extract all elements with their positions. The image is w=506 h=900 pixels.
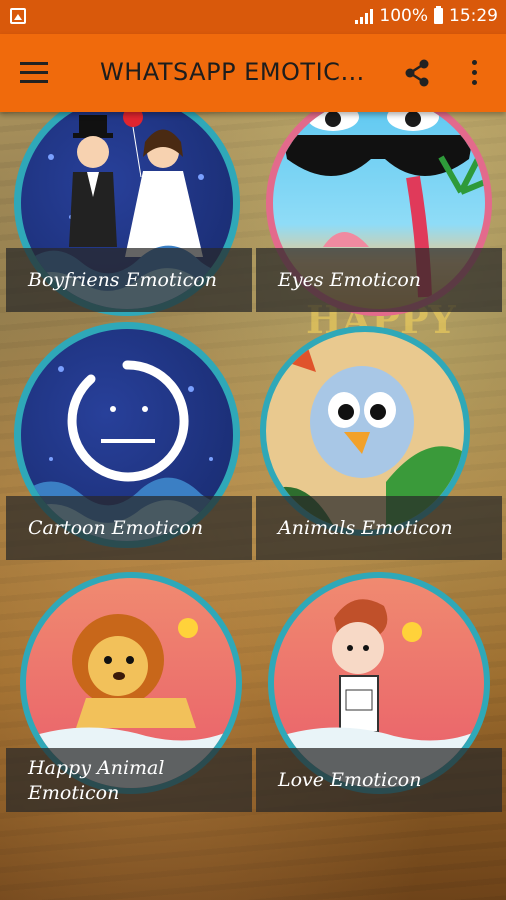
app-bar: WHATSAPP EMOTICO... [0, 34, 506, 112]
more-vert-icon[interactable] [466, 60, 482, 88]
tile-label: Love Emoticon [256, 748, 502, 812]
battery-icon [434, 6, 443, 24]
battery-percent: 100% [379, 6, 428, 26]
status-bar: 100% 15:29 [0, 0, 506, 34]
gallery-notification-icon [10, 8, 26, 24]
tile-love-emoticon[interactable]: Love Emoticon [256, 572, 502, 814]
tile-label: Happy Animal Emoticon [6, 748, 252, 812]
app-title: WHATSAPP EMOTICO... [100, 58, 380, 86]
tile-label: Boyfriens Emoticon [6, 248, 252, 312]
tile-happy-animal-emoticon[interactable]: Happy Animal Emoticon [6, 572, 252, 814]
tile-boyfriens-emoticon[interactable]: Boyfriens Emoticon [6, 90, 252, 316]
tile-label: Eyes Emoticon [256, 248, 502, 312]
menu-icon[interactable] [20, 62, 48, 84]
tile-animals-emoticon[interactable]: Animals Emoticon [256, 322, 502, 562]
tile-label: Cartoon Emoticon [6, 496, 252, 560]
share-icon[interactable] [402, 58, 432, 88]
tile-cartoon-emoticon[interactable]: Cartoon Emoticon [6, 322, 252, 562]
signal-icon [355, 8, 374, 24]
tile-label: Animals Emoticon [256, 496, 502, 560]
tile-eyes-emoticon[interactable]: Eyes Emoticon [256, 90, 502, 316]
clock: 15:29 [449, 6, 498, 26]
